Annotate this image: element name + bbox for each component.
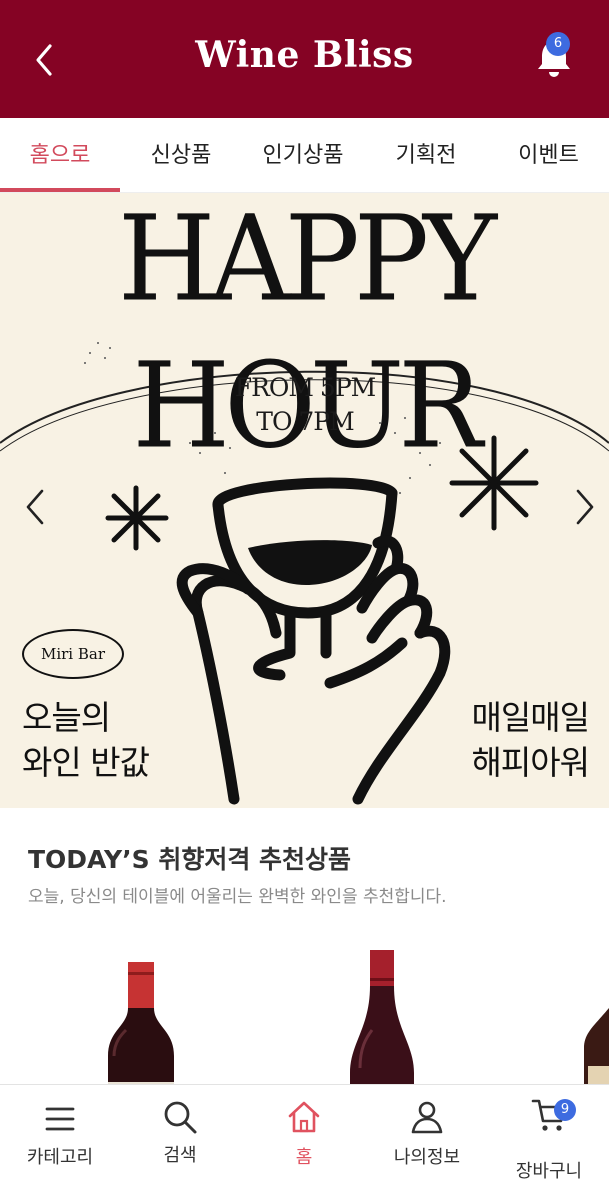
tab-new-products[interactable]: 신상품	[120, 118, 242, 193]
banner-time: FROM 5PM TO 7PM	[210, 371, 400, 439]
category-tabs: 홈으로 신상품 인기상품 기획전 이벤트	[0, 118, 609, 193]
banner-time-end: TO 7PM	[256, 407, 354, 436]
happy-hour-banner[interactable]: HAPPY HOUR FROM 5PM TO 7PM Miri Bar 오늘의 …	[0, 193, 609, 808]
notification-badge: 6	[546, 32, 570, 56]
section-title: TODAY’S 취향저격 추천상품	[28, 845, 352, 874]
miri-bar-logo: Miri Bar	[22, 629, 124, 679]
nav-label-search: 검색	[163, 1145, 197, 1166]
search-icon	[164, 1101, 197, 1134]
nav-search[interactable]: 검색	[120, 1085, 240, 1182]
section-subtitle: 오늘, 당신의 테이블에 어울리는 완벽한 와인을 추천합니다.	[28, 887, 447, 907]
banner-next-button[interactable]	[568, 483, 602, 531]
wine-bottle-image	[584, 1008, 609, 1088]
product-bottle-2[interactable]	[346, 948, 418, 1088]
product-bottle-3[interactable]	[584, 1008, 609, 1088]
tab-events[interactable]: 이벤트	[488, 118, 609, 193]
nav-label-my-info: 나의정보	[393, 1147, 461, 1168]
nav-label-cart: 장바구니	[515, 1161, 583, 1182]
home-icon	[288, 1101, 320, 1133]
banner-prev-button[interactable]	[18, 483, 52, 531]
tab-promotions[interactable]: 기획전	[364, 118, 488, 193]
nav-cart[interactable]: 9 장바구니	[489, 1085, 609, 1182]
nav-category[interactable]: 카테고리	[0, 1085, 120, 1182]
menu-icon	[45, 1107, 75, 1131]
nav-my-info[interactable]: 나의정보	[367, 1085, 487, 1182]
banner-time-start: FROM 5PM	[234, 373, 377, 402]
recommend-section: TODAY’S 취향저격 추천상품 오늘, 당신의 테이블에 어울리는 완벽한 …	[0, 808, 609, 1088]
nav-label-home: 홈	[295, 1147, 313, 1168]
user-icon	[411, 1101, 443, 1134]
chevron-left-icon	[26, 489, 44, 525]
bottom-navigation: 카테고리 검색 홈 나의정보 9 장바구니	[0, 1084, 609, 1182]
back-button[interactable]	[28, 40, 64, 80]
nav-label-category: 카테고리	[26, 1147, 94, 1168]
chevron-left-icon	[36, 44, 52, 76]
cart-badge: 9	[554, 1099, 576, 1121]
product-bottle-1[interactable]	[104, 960, 178, 1088]
wine-bottle-image	[350, 950, 414, 1088]
tab-popular-products[interactable]: 인기상품	[242, 118, 364, 193]
banner-left-copy: 오늘의 와인 반값	[22, 698, 150, 782]
tab-home[interactable]: 홈으로	[0, 118, 120, 193]
app-header: Wine Bliss 6	[0, 0, 609, 118]
chevron-right-icon	[576, 489, 594, 525]
wine-bottle-image	[108, 962, 174, 1088]
banner-right-copy: 매일매일 해피아워	[471, 698, 590, 782]
app-title: Wine Bliss	[195, 34, 414, 76]
nav-home[interactable]: 홈	[244, 1085, 364, 1182]
active-tab-indicator	[0, 188, 120, 192]
